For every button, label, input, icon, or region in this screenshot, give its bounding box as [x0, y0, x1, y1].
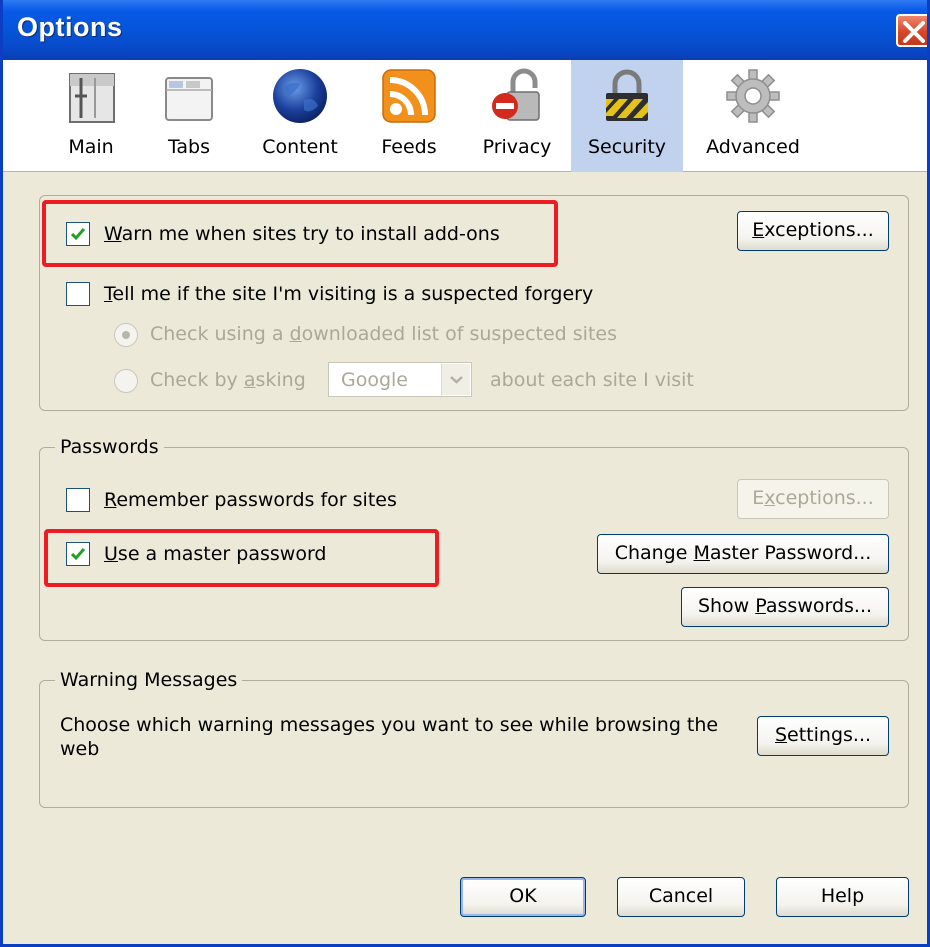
access-key: M — [693, 542, 710, 564]
category-toolbar: Main Tabs Content Feeds Privacy Security… — [3, 60, 927, 172]
label-text: ell me if the site I'm visiting is a sus… — [112, 283, 594, 305]
password-exceptions-button[interactable]: Exceptions... — [737, 479, 889, 519]
cancel-button[interactable]: Cancel — [617, 877, 745, 917]
radio-selected-dot — [122, 331, 130, 339]
tab-privacy-label: Privacy — [482, 136, 552, 158]
warning-settings-button[interactable]: Settings... — [757, 716, 889, 756]
passwords-caption: Passwords — [55, 436, 164, 458]
checkmark-icon — [70, 548, 86, 561]
label-text: emember passwords for sites — [116, 489, 397, 511]
security-exceptions-button[interactable]: Exceptions... — [737, 211, 889, 251]
access-key: U — [104, 543, 118, 565]
tab-main[interactable]: Main — [47, 60, 135, 172]
access-key: x — [764, 487, 776, 509]
button-text: Show — [697, 595, 756, 617]
master-password-checkbox[interactable] — [66, 542, 90, 566]
warning-description-line1: Choose which warning messages you want t… — [60, 714, 719, 736]
remember-passwords-label[interactable]: Remember passwords for sites — [104, 489, 397, 511]
access-key: a — [243, 369, 256, 391]
close-icon — [903, 21, 925, 43]
check-list-label[interactable]: Check using a downloaded list of suspect… — [150, 323, 617, 345]
chevron-down-icon — [450, 376, 463, 384]
check-ask-radio[interactable] — [114, 369, 138, 393]
button-text: ettings... — [787, 724, 872, 746]
tab-advanced-label: Advanced — [706, 136, 800, 158]
access-key: P — [755, 595, 766, 617]
checkmark-icon — [70, 228, 86, 241]
check-ask-label[interactable]: Check by asking — [150, 369, 306, 391]
access-key: R — [104, 489, 117, 511]
button-text: Change — [614, 542, 694, 564]
button-text: E — [752, 487, 765, 509]
tab-security[interactable]: Security — [571, 60, 683, 172]
provider-value: Google — [341, 369, 409, 391]
check-list-radio[interactable] — [114, 323, 138, 347]
show-passwords-button[interactable]: Show Passwords... — [681, 587, 889, 627]
button-text: xceptions... — [764, 219, 874, 241]
remember-passwords-checkbox[interactable] — [66, 488, 90, 512]
provider-select[interactable]: Google — [328, 362, 472, 397]
close-button[interactable] — [896, 14, 927, 47]
tab-tabs[interactable]: Tabs — [145, 60, 233, 172]
access-key: d — [289, 323, 302, 345]
tab-content-label: Content — [262, 136, 338, 158]
tab-advanced[interactable]: Advanced — [697, 60, 809, 172]
privacy-lock-icon — [492, 68, 540, 121]
access-key: S — [774, 724, 788, 746]
provider-dropdown-arrow[interactable] — [441, 364, 470, 395]
tab-privacy[interactable]: Privacy — [469, 60, 565, 172]
forgery-checkbox[interactable] — [66, 282, 90, 306]
warning-messages-caption: Warning Messages — [55, 669, 243, 691]
globe-icon — [273, 69, 327, 123]
options-dialog: Options Main Tabs Content Feeds Privacy … — [0, 0, 930, 947]
warn-addons-label[interactable]: Warn me when sites try to install add-on… — [104, 223, 500, 245]
tab-main-label: Main — [68, 136, 114, 158]
help-button[interactable]: Help — [776, 877, 909, 917]
tab-tabs-label: Tabs — [167, 136, 211, 158]
button-text: ceptions... — [775, 487, 874, 509]
change-master-password-button[interactable]: Change Master Password... — [597, 534, 889, 574]
access-key: W — [104, 223, 122, 245]
label-text: se a master password — [117, 543, 327, 565]
label-text: Check by — [150, 369, 244, 391]
tab-security-label: Security — [587, 136, 667, 158]
gear-icon — [726, 69, 780, 123]
master-password-label[interactable]: Use a master password — [104, 543, 326, 565]
ok-button[interactable]: OK — [460, 877, 586, 917]
window-title: Options — [17, 12, 123, 42]
rss-feed-icon — [382, 69, 436, 123]
access-key: E — [752, 219, 765, 241]
label-text: arn me when sites try to install add-ons — [121, 223, 500, 245]
padlock-icon — [606, 69, 648, 121]
title-bar[interactable]: Options — [3, 0, 927, 60]
button-text: asswords... — [765, 595, 873, 617]
warn-addons-checkbox[interactable] — [66, 222, 90, 246]
label-text: ownloaded list of suspected sites — [301, 323, 617, 345]
button-text: aster Password... — [709, 542, 872, 564]
forgery-label[interactable]: Tell me if the site I'm visiting is a su… — [104, 283, 593, 305]
tabs-icon — [165, 77, 213, 121]
tab-content[interactable]: Content — [251, 60, 349, 172]
check-ask-suffix: about each site I visit — [490, 369, 694, 391]
tab-feeds-label: Feeds — [381, 136, 437, 158]
main-window-icon — [69, 73, 115, 123]
warning-description-line2: web — [60, 738, 100, 760]
label-text: sking — [255, 369, 306, 391]
label-text: Check using a — [150, 323, 290, 345]
tab-feeds[interactable]: Feeds — [367, 60, 451, 172]
